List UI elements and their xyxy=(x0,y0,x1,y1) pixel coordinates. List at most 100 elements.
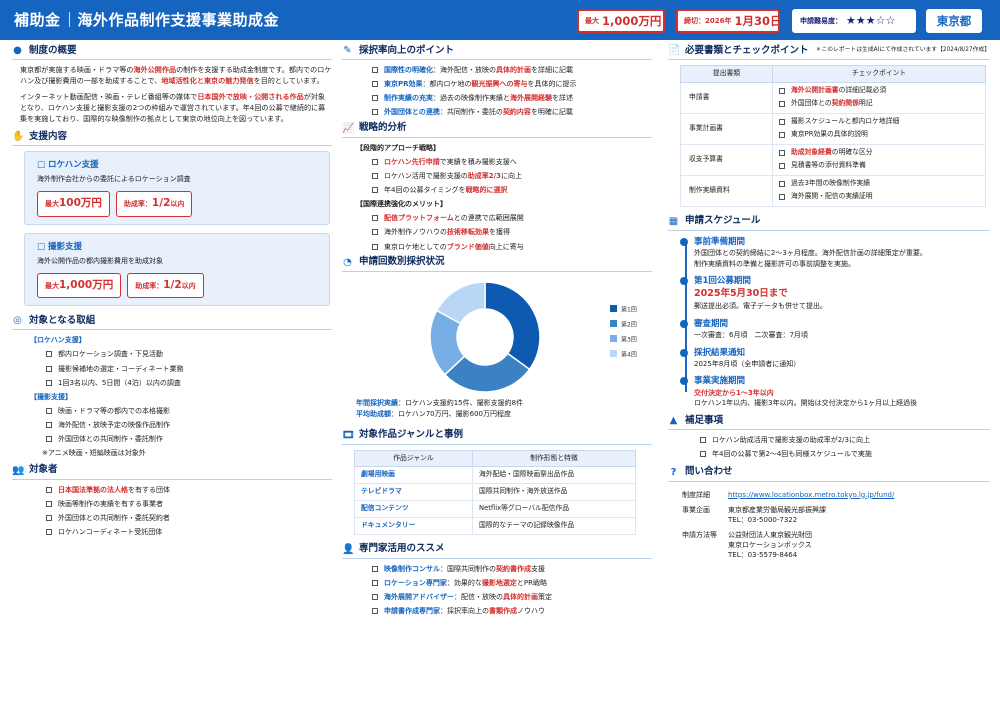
timeline-step: 第1回公募期間 2025年5月30日まで 郵送提出必須。電子データも併せて提出。 xyxy=(680,275,990,312)
card-title: □ 撮影支援 xyxy=(37,241,83,252)
documents-table: 提出書類 チェックポイント 申請書 海外公開計画書 の詳細記載必須 外国団体との 契約… xyxy=(680,65,986,207)
table-row: 配信コンテンツ Netflix等グローバル配信作品 xyxy=(354,500,636,518)
table-row: 劇場用映画 海外配給・国際映画祭出品作品 xyxy=(354,466,636,485)
contact-detail-row: 制度詳細 https://www.locationbox.metro.tokyo.… xyxy=(682,490,895,500)
schedule-timeline: 事前準備期間 外国団体との契約締結に2〜3ヶ月程度。海外配信計画の詳細策定が重要… xyxy=(680,236,990,408)
difficulty-badge: 申請難易度： ★★★☆☆ xyxy=(792,9,916,33)
table-header: 提出書類 xyxy=(680,65,773,83)
checkbox-icon xyxy=(372,186,378,193)
donut-stats: 年間採択実績：ロケハン支援約15件、撮影支援約8件 平均助成額：ロケハン70万円… xyxy=(356,398,652,420)
strategy-group-label: 【段階的アプローチ戦略】 xyxy=(356,143,440,152)
middle-column: ✎ 採択率向上のポイント 国際性の明確化：海外配信・放映の具体的計画を詳細に記載 … xyxy=(342,44,652,620)
checkbox-icon xyxy=(372,67,378,73)
people-icon: 👥 xyxy=(12,464,25,476)
film-icon: 🎞 xyxy=(342,429,355,441)
card-title: □ ロケハン支援 xyxy=(37,159,99,170)
checkbox-icon xyxy=(700,451,706,458)
checkbox-icon xyxy=(372,229,378,236)
checklist-item: ロケハン活用で撮影支援の助成率2/3に向上 xyxy=(372,171,652,181)
checklist-item: 過去3年間の映像制作実績 xyxy=(779,178,979,191)
checklist-item: 海外制作ノウハウの技術移転効果を獲得 xyxy=(372,227,652,237)
checklist-item: 外国団体との共同制作・委託制作 xyxy=(46,434,332,444)
checklist-item: 海外展開アドバイザー：配信・放映の具体的計画策定 xyxy=(372,592,652,602)
ai-notice: ＊このレポートは生成AIにて作成されています【2024/8/27作成】 xyxy=(815,47,990,53)
chart-line-icon: 📈 xyxy=(342,122,355,134)
table-header: 制作形態と特徴 xyxy=(472,449,636,468)
timeline-line xyxy=(685,241,687,393)
warning-icon: ▲ xyxy=(669,415,678,427)
overview-paragraph-2: インターネット動画配信・映画・テレビ番組等の媒体で日本国外で放映・公開される作品… xyxy=(20,91,326,123)
rate-pill: 助成率：1/2以内 xyxy=(127,273,204,299)
donut-chart: 第1回第2回第3回第4回 xyxy=(429,280,637,393)
strategy-heading: 📈 戦略的分析 xyxy=(342,122,652,138)
handshake-icon: ✋ xyxy=(12,130,25,142)
checkbox-icon xyxy=(779,194,785,201)
checkbox-icon xyxy=(46,351,52,358)
timeline-step: 審査期間 一次審査：6月頃 二次審査：7月頃 xyxy=(680,318,990,341)
checklist-item: 東京PR効果の具体的説明 xyxy=(779,129,979,142)
info-icon: ● xyxy=(13,45,22,56)
checkbox-icon xyxy=(46,407,52,414)
table-header: チェックポイント xyxy=(772,65,986,83)
contact-office-row: 事業企画 東京都産業労働局観光部振興課 TEL：03-5000-7322 xyxy=(682,505,826,524)
applicants-heading: 👥 対象者 xyxy=(12,464,332,480)
checkbox-icon xyxy=(372,109,378,116)
question-icon: ? xyxy=(670,466,677,478)
checkbox-icon xyxy=(372,81,378,88)
target-icon: ◎ xyxy=(13,315,22,327)
supplement-heading: ▲ 補足事項 xyxy=(668,414,990,431)
checkbox-icon xyxy=(372,579,378,586)
difficulty-stars: ★★★☆☆ xyxy=(846,14,896,28)
checkbox-icon xyxy=(46,486,52,493)
checklist-item: ロケハンコーディネート受託団体 xyxy=(46,527,332,537)
checkbox-icon xyxy=(46,379,52,386)
targets-group-label: 【ロケハン支援】 xyxy=(30,336,86,345)
checklist-item: 映画等制作の実績を有する事業者 xyxy=(46,499,332,509)
checklist-item: 映画・ドラマ等の都内での本格撮影 xyxy=(46,406,332,416)
checklist-item: 東京ロケ地としてのブランド価値向上に寄与 xyxy=(372,242,652,252)
checkbox-icon xyxy=(779,101,785,108)
experts-heading: 👤 専門家活用のススメ xyxy=(342,543,652,559)
max-amount-pill: 最大1,000万円 xyxy=(37,273,122,299)
checkbox-icon xyxy=(46,514,52,521)
targets-group-label: 【撮影支援】 xyxy=(30,392,72,401)
checklist-item: 海外公開計画書 の詳細記載必須 xyxy=(779,85,979,98)
table-row: 収支予算書 助成対象経費 の明確な区分 見積書等の添付資料準備 xyxy=(680,143,986,176)
header-bar: 補助金 海外作品制作支援事業助成金 最大 1,000万円 締切： 2026年 1月30日… xyxy=(0,0,1000,40)
checklist-item: 日本国法準拠の法人格を有する団体 xyxy=(46,485,332,495)
checklist-item: 撮影候補地の選定・コーディネート業務 xyxy=(46,364,332,374)
deadline-badge: 締切： 2026年 1月30日 xyxy=(676,9,782,33)
checkbox-icon xyxy=(46,528,52,535)
lightbulb-icon: ✎ xyxy=(343,45,352,56)
table-row: 申請書 海外公開計画書 の詳細記載必須 外国団体との 契約関係 明記 xyxy=(680,81,986,114)
table-row: ドキュメンタリー 国際的なテーマの記録映像作品 xyxy=(354,516,636,535)
checkbox-icon xyxy=(372,243,378,250)
stat-line: 平均助成額：ロケハン70万円、撮影600万円程度 xyxy=(356,410,511,419)
checkbox-icon xyxy=(372,158,378,165)
checkbox-icon xyxy=(779,150,785,157)
checkbox-icon xyxy=(372,215,378,222)
checkbox-icon xyxy=(372,172,378,179)
card-description: 海外制作会社からの委託によるロケーション調査 xyxy=(37,175,191,184)
checklist-item: 外国団体との連携：共同制作・委託の契約内容を明確に記載 xyxy=(372,107,652,117)
checklist-item: 映像制作コンサル：国際共同制作の契約書作成支援 xyxy=(372,564,652,574)
checkbox-icon xyxy=(372,95,378,102)
table-header: 作品ジャンル xyxy=(354,449,473,468)
checklist-item: 外国団体との共同制作・委託契約者 xyxy=(46,513,332,523)
checkbox-icon xyxy=(372,565,378,572)
checklist-item: 年4回の公募で第2〜4回も同様スケジュールで実施 xyxy=(700,449,990,459)
overview-paragraph-1: 東京都が実施する映画・ドラマ等の海外公開作品の制作を支援する助成金制度です。都内… xyxy=(20,65,332,85)
legend-swatch xyxy=(610,319,617,327)
table-row: 事業計画書 撮影スケジュールと都内ロケ地詳細 東京PR効果の具体的説明 xyxy=(680,112,986,145)
checklist-item: ロケハン先行申請で実績を積み撮影支援へ xyxy=(372,157,652,167)
detail-link[interactable]: https://www.locationbox.metro.tokyo.lg.j… xyxy=(728,490,894,500)
contact-apply-row: 申請方法等 公益財団法人東京観光財団 東京ロケーションボックス TEL：03-5579… xyxy=(682,531,812,560)
timeline-dot xyxy=(680,319,688,328)
checklist-item: 外国団体との 契約関係 明記 xyxy=(779,98,979,111)
page-title: 補助金 海外作品制作支援事業助成金 xyxy=(14,11,280,29)
timeline-step: 事前準備期間 外国団体との契約締結に2〜3ヶ月程度。海外配信計画の詳細策定が重要… xyxy=(680,236,990,269)
support-heading: ✋ 支援内容 xyxy=(12,130,332,146)
legend-swatch xyxy=(610,349,617,357)
max-amount-badge: 最大 1,000万円 xyxy=(577,9,665,33)
checkbox-icon xyxy=(372,608,378,615)
